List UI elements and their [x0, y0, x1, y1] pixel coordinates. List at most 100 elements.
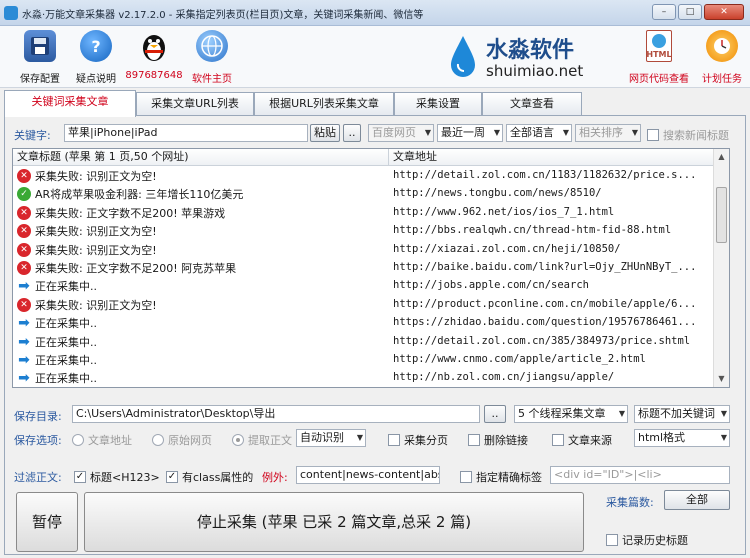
collect-count-button[interactable]: 全部	[664, 490, 730, 510]
thread-count-select[interactable]: 5 个线程采集文章	[514, 405, 628, 423]
table-row[interactable]: ✕ 采集失败: 识别正文为空! http://product.pconline.co…	[13, 296, 715, 314]
option-raw-page[interactable]: 原始网页	[152, 432, 212, 448]
row-title-cell: ➡ 正在采集中..	[17, 370, 97, 386]
col-title-header[interactable]: 文章标题 (苹果 第 1 页,50 个网址)	[13, 149, 389, 166]
tab-article-view[interactable]: 文章查看	[482, 92, 582, 116]
except-input[interactable]: content|news-content|abs	[296, 466, 440, 484]
table-row[interactable]: ➡ 正在采集中.. http://jobs.apple.com/cn/search	[13, 277, 715, 295]
except-label: 例外:	[262, 471, 288, 484]
html-icon-text: HTML	[646, 49, 672, 59]
col-url-header[interactable]: 文章地址	[389, 149, 715, 166]
table-scrollbar[interactable]: ▲ ▼	[713, 149, 729, 387]
close-button[interactable]: ✕	[704, 4, 744, 20]
row-title-cell: ✕ 采集失败: 正文字数不足200! 苹果游戏	[17, 205, 225, 221]
scroll-up-icon[interactable]: ▲	[714, 149, 729, 165]
scroll-thumb[interactable]	[716, 187, 727, 243]
row-title-text: 正在采集中..	[35, 335, 97, 349]
filter-class-checkbox[interactable]: ✓ 有class属性的	[166, 469, 253, 485]
table-row[interactable]: ✕ 采集失败: 识别正文为空! http://xiazai.zol.com.cn/h…	[13, 241, 715, 259]
keyword-input[interactable]: 苹果|iPhone|iPad	[64, 124, 308, 142]
floppy-disk-icon	[24, 30, 56, 62]
row-title-text: 采集失败: 正文字数不足200! 阿克苏苹果	[35, 262, 237, 275]
html-file-icon: HTML	[646, 30, 672, 62]
row-title-cell: ✕ 采集失败: 识别正文为空!	[17, 297, 157, 313]
help-label: 疑点说明	[76, 74, 116, 85]
minimize-button[interactable]: –	[652, 4, 676, 20]
article-source-label: 文章来源	[568, 434, 612, 447]
title-mode-select[interactable]: 标题不加关键词	[634, 405, 730, 423]
qq-penguin-icon	[138, 30, 170, 62]
qq-button[interactable]: 897687648	[124, 30, 184, 81]
recognition-select[interactable]: 自动识别	[296, 429, 366, 447]
logo-text-en: shuimiao.net	[486, 62, 584, 80]
article-table: 文章标题 (苹果 第 1 页,50 个网址) 文章地址 ✕ 采集失败: 识别正文为…	[12, 148, 730, 388]
row-url-cell: http://nb.zol.com.cn/jiangsu/apple/	[393, 371, 615, 384]
schedule-label: 计划任务	[702, 74, 742, 85]
row-url-cell: http://news.tongbu.com/news/8510/	[393, 187, 602, 200]
tab-keyword-collect[interactable]: 关键词采集文章	[4, 90, 136, 117]
row-url-cell: http://jobs.apple.com/cn/search	[393, 279, 589, 292]
tab-collect-by-url[interactable]: 根据URL列表采集文章	[254, 92, 394, 116]
paging-checkbox[interactable]: 采集分页	[388, 432, 448, 448]
error-x-icon: ✕	[17, 242, 31, 257]
search-news-checkbox[interactable]: 搜索新闻标题	[647, 127, 729, 143]
option-extract-body[interactable]: 提取正文	[232, 432, 292, 448]
schedule-button[interactable]: 计划任务	[694, 30, 750, 85]
sort-select[interactable]: 相关排序	[575, 124, 641, 142]
row-title-text: AR将成苹果吸金利器: 三年增长110亿美元	[35, 188, 244, 202]
help-button[interactable]: ? 疑点说明	[66, 30, 126, 85]
homepage-button[interactable]: 软件主页	[182, 30, 242, 85]
maximize-button[interactable]: □	[678, 4, 702, 20]
extract-body-label: 提取正文	[248, 434, 292, 447]
row-title-text: 采集失败: 正文字数不足200! 苹果游戏	[35, 206, 226, 220]
tab-settings[interactable]: 采集设置	[394, 92, 482, 116]
table-row[interactable]: ✕ 采集失败: 识别正文为空! http://bbs.realqwh.cn/thre…	[13, 222, 715, 240]
html-view-button[interactable]: HTML 网页代码查看	[628, 30, 690, 85]
table-row[interactable]: ➡ 正在采集中.. http://nb.zol.com.cn/jiangsu/app…	[13, 369, 715, 387]
paste-button[interactable]: 粘贴	[310, 124, 340, 142]
row-url-cell: http://product.pconline.com.cn/mobile/ap…	[393, 297, 697, 310]
table-row[interactable]: ✕ 采集失败: 识别正文为空! http://detail.zol.com.cn/1…	[13, 167, 715, 185]
filter-title-box: ✓	[74, 471, 86, 483]
table-row[interactable]: ➡ 正在采集中.. https://zhidao.baidu.com/questio…	[13, 314, 715, 332]
raw-page-radio	[152, 434, 164, 446]
history-title-checkbox[interactable]: 记录历史标题	[606, 532, 688, 548]
tab-url-list[interactable]: 采集文章URL列表	[136, 92, 254, 116]
filter-title-checkbox[interactable]: ✓ 标题<H123>	[74, 469, 160, 485]
search-engine-select[interactable]: 百度网页	[368, 124, 434, 142]
option-article-url[interactable]: 文章地址	[72, 432, 132, 448]
scroll-down-icon[interactable]: ▼	[714, 371, 729, 387]
error-x-icon: ✕	[17, 169, 31, 183]
language-select[interactable]: 全部语言	[506, 124, 572, 142]
row-title-cell: ✕ 采集失败: 识别正文为空!	[17, 223, 157, 239]
html-view-label: 网页代码查看	[629, 74, 689, 85]
table-row[interactable]: ✕ 采集失败: 正文字数不足200! 阿克苏苹果 http://baike.baid…	[13, 259, 715, 277]
table-row[interactable]: ✓ AR将成苹果吸金利器: 三年增长110亿美元 http://news.tongb…	[13, 185, 715, 203]
water-drop-icon	[451, 36, 475, 77]
table-row[interactable]: ➡ 正在采集中.. http://detail.zol.com.cn/385/384…	[13, 333, 715, 351]
pause-button[interactable]: 暂停	[16, 492, 78, 552]
format-select[interactable]: html格式	[634, 429, 730, 447]
save-dir-input[interactable]: C:\Users\Administrator\Desktop\导出	[72, 405, 480, 423]
row-url-cell: http://www.cnmo.com/apple/article_2.html	[393, 353, 646, 365]
remove-links-checkbox[interactable]: 删除链接	[468, 432, 528, 448]
keyword-more-button[interactable]: ..	[343, 124, 361, 142]
row-title-cell: ✕ 采集失败: 识别正文为空!	[17, 242, 157, 258]
paging-box	[388, 434, 400, 446]
time-range-select[interactable]: 最近一周	[437, 124, 503, 142]
homepage-label: 软件主页	[192, 74, 232, 85]
precise-tag-input[interactable]: <div id="ID">|<li>	[550, 466, 730, 484]
table-row[interactable]: ✕ 采集失败: 正文字数不足200! 苹果游戏 http://www.962.net…	[13, 204, 715, 222]
article-source-checkbox[interactable]: 文章来源	[552, 432, 612, 448]
save-config-button[interactable]: 保存配置	[10, 30, 70, 85]
shuimiao-logo: 水淼软件 shuimiao.net	[448, 32, 598, 82]
stop-collect-button[interactable]: 停止采集 (苹果 已采 2 篇文章,总采 2 篇)	[84, 492, 584, 552]
globe-icon	[196, 30, 228, 62]
row-url-cell: http://xiazai.zol.com.cn/heji/10850/	[393, 242, 621, 255]
row-title-text: 正在采集中..	[35, 372, 97, 386]
raw-page-label: 原始网页	[168, 434, 212, 447]
browse-dir-button[interactable]: ..	[484, 405, 506, 423]
table-row[interactable]: ➡ 正在采集中.. http://www.cnmo.com/apple/articl…	[13, 351, 715, 369]
row-title-cell: ➡ 正在采集中..	[17, 334, 97, 350]
precise-tag-checkbox[interactable]: 指定精确标签	[460, 469, 542, 485]
